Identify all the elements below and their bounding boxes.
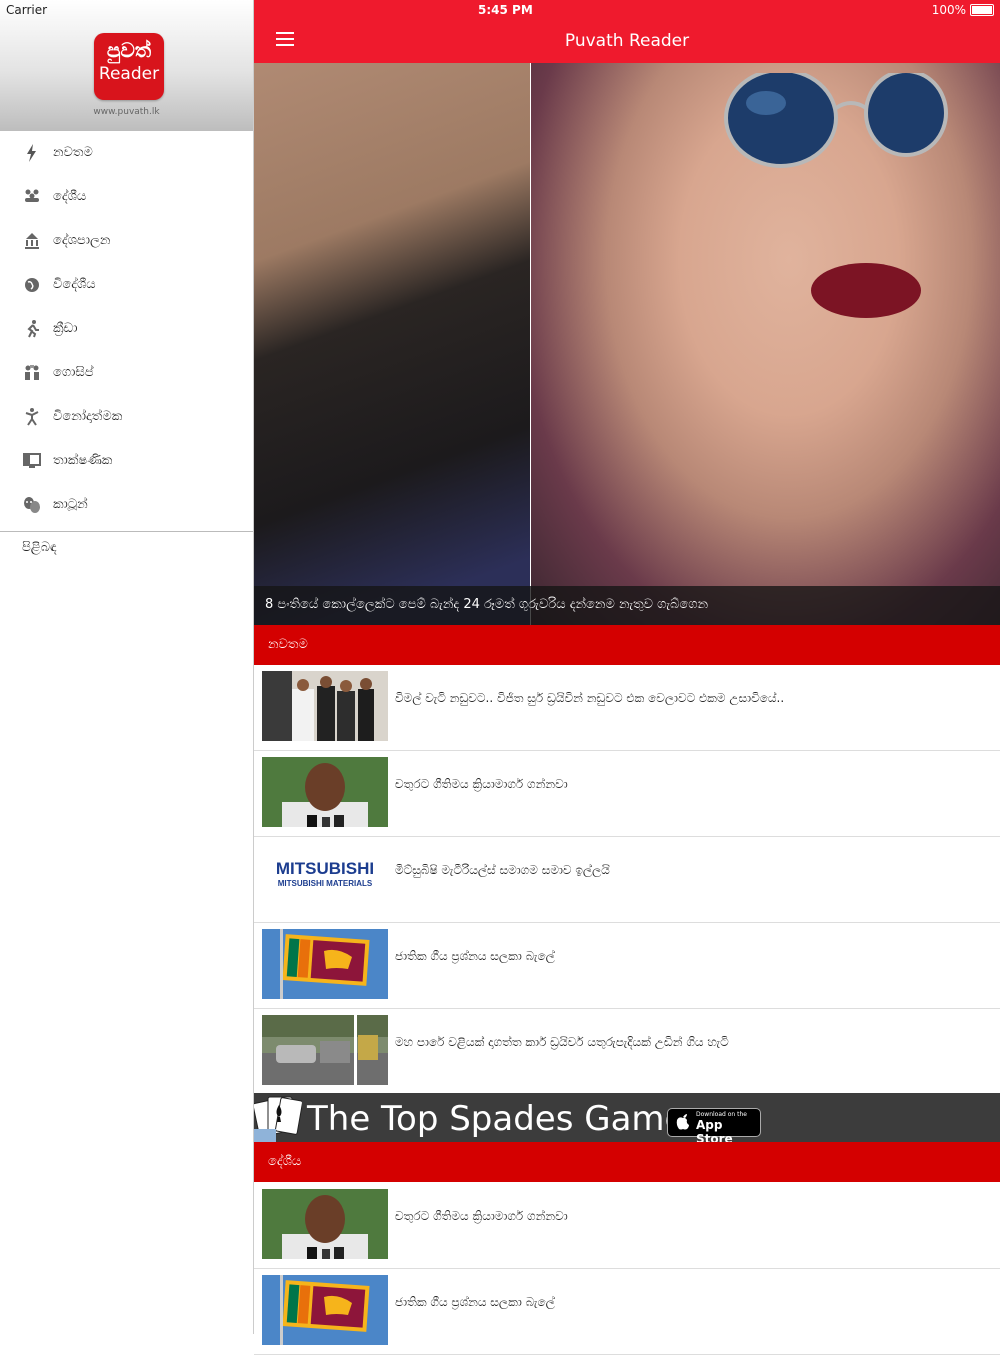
clock: 5:45 PM xyxy=(478,3,533,17)
news-headline: ජාතික ගීය ප්‍රශ්නය සලකා බැලේ xyxy=(395,1295,555,1309)
news-item[interactable]: චතුරට ගීතිමය ක්‍රියාමාර්ග ගන්නවා xyxy=(254,750,1000,837)
battery-percent: 100% xyxy=(931,3,966,17)
menu-item-sports[interactable]: ක්‍රීඩා xyxy=(0,307,253,351)
globe-icon xyxy=(25,278,39,292)
news-headline: චතුරට ගීතිමය ක්‍රියාමාර්ග ගන්නවා xyxy=(395,1209,568,1223)
monitor-icon xyxy=(23,453,41,468)
menu-item-label: විනෝදාත්මක xyxy=(53,409,123,424)
news-headline: චතුරට ගීතිමය ක්‍රියාමාර්ග ගන්නවා xyxy=(395,777,568,791)
battery-icon xyxy=(970,4,994,16)
man-microphones-photo xyxy=(262,1189,388,1259)
site-url: www.puvath.lk xyxy=(93,107,160,117)
menu-item-entertainment[interactable]: විනෝදාත්මක xyxy=(0,395,253,439)
menu-item-politics[interactable]: දේශපාලන xyxy=(0,219,253,263)
news-headline: මිට්සුබිෂි මැටීරියල්ස් සමාගම සමාව ඉල්ලයි xyxy=(395,863,610,877)
playing-cards-icon xyxy=(254,1096,302,1142)
news-headline: මහ පාරේ වළියක් දාගත්ත කාර් ඩ්‍රයිවර් යතු… xyxy=(395,1035,729,1049)
news-item[interactable]: ජාතික ගීය ප්‍රශ්නය සලකා බැලේ xyxy=(254,1268,1000,1355)
sri-lanka-flag xyxy=(262,929,388,999)
menu-divider xyxy=(0,531,253,532)
about-link[interactable]: පිළිබඳ xyxy=(22,540,57,555)
people-icon xyxy=(25,189,39,202)
runner-icon xyxy=(27,320,39,338)
menu-item-label: නවතම xyxy=(53,145,93,160)
menu-item-label: ක්‍රීඩා xyxy=(53,321,78,336)
masks-icon xyxy=(24,497,40,513)
logo-sinhala-text: පුවත් xyxy=(106,38,152,62)
featured-image-left xyxy=(254,63,530,625)
lips-graphic xyxy=(811,263,921,318)
apple-icon xyxy=(676,1114,689,1130)
menu-item-latest[interactable]: නවතම xyxy=(0,131,253,175)
category-menu: නවතම දේශීය දේශපාලන විදේශීය ක්‍රීඩා ගොසිප… xyxy=(0,131,253,527)
main-content: Puvath Reader 8 පංතියේ කොල්ලෙක්ට පෙම් බැ… xyxy=(254,0,1000,1355)
app-title: Puvath Reader xyxy=(564,31,690,51)
status-bar: Carrier 5:45 PM 100% xyxy=(0,0,1000,20)
featured-caption-text: 8 පංතියේ කොල්ලෙක්ට පෙම් බැන්ද 24 රූමත් ග… xyxy=(265,597,709,612)
menu-item-label: විදේශීය xyxy=(53,277,96,292)
menu-item-technology[interactable]: තාක්ෂණික xyxy=(0,439,253,483)
menu-item-label: දේශපාලන xyxy=(53,233,111,248)
dancer-icon xyxy=(25,408,39,426)
lightning-icon xyxy=(27,144,36,162)
mitsubishi-logo-text: MITSUBISHI MITSUBISHI MATERIALS xyxy=(262,859,388,888)
menu-item-cartoon[interactable]: කාටූන් xyxy=(0,483,253,527)
section-title: දේශීය xyxy=(268,1154,302,1169)
ad-text: The Top Spades Game xyxy=(307,1099,686,1139)
app-logo: පුවත් Reader xyxy=(94,33,164,100)
sunglasses-graphic xyxy=(724,73,948,168)
app-store-badge[interactable]: Download on the App Store xyxy=(667,1108,761,1146)
menu-item-foreign[interactable]: විදේශීය xyxy=(0,263,253,307)
mitsubishi-materials-text: MITSUBISHI MATERIALS xyxy=(277,879,373,888)
politicians-photo xyxy=(262,671,388,741)
section-header-local[interactable]: දේශීය xyxy=(254,1142,1000,1182)
road-accident-photo xyxy=(262,1015,388,1085)
news-item[interactable]: විමල් වැටි නඩුවට.. විජිත සුර් ඩ්‍රයිවින්… xyxy=(254,664,1000,751)
menu-item-local[interactable]: දේශීය xyxy=(0,175,253,219)
man-microphones-photo xyxy=(262,757,388,827)
menu-item-label: ගොසිප් xyxy=(53,365,94,380)
news-headline: විමල් වැටි නඩුවට.. විජිත සුර් ඩ්‍රයිවින්… xyxy=(395,691,785,705)
menu-item-label: තාක්ෂණික xyxy=(53,453,113,468)
news-item[interactable]: MITSUBISHI MITSUBISHI MATERIALS මිට්සුබි… xyxy=(254,836,1000,923)
ad-banner[interactable]: The Top Spades Game Download on the App … xyxy=(254,1093,1000,1146)
carrier-label: Carrier xyxy=(6,3,48,17)
news-headline: ජාතික ගීය ප්‍රශ්නය සලකා බැලේ xyxy=(395,949,555,963)
menu-item-label: දේශීය xyxy=(53,189,87,204)
parliament-icon xyxy=(25,233,39,249)
section-header-latest[interactable]: නවතම xyxy=(254,625,1000,665)
gossip-icon xyxy=(25,365,39,380)
featured-story[interactable]: 8 පංතියේ කොල්ලෙක්ට පෙම් බැන්ද 24 රූමත් ග… xyxy=(254,63,1000,625)
app-store-small-text: Download on the xyxy=(696,1111,747,1118)
menu-item-label: කාටූන් xyxy=(53,497,88,512)
news-item[interactable]: චතුරට ගීතිමය ක්‍රියාමාර්ග ගන්නවා xyxy=(254,1182,1000,1269)
news-item[interactable]: මහ පාරේ වළියක් දාගත්ත කාර් ඩ්‍රයිවර් යතු… xyxy=(254,1008,1000,1095)
featured-caption: 8 පංතියේ කොල්ලෙක්ට පෙම් බැන්ද 24 රූමත් ග… xyxy=(254,586,1000,625)
battery-indicator: 100% xyxy=(932,3,994,17)
featured-image-right xyxy=(531,63,1000,625)
news-item[interactable]: ජාතික ගීය ප්‍රශ්නය සලකා බැලේ xyxy=(254,922,1000,1009)
menu-item-gossip[interactable]: ගොසිප් xyxy=(0,351,253,395)
sri-lanka-flag xyxy=(262,1275,388,1345)
side-menu: පුවත් Reader www.puvath.lk නවතම දේශීය දේ… xyxy=(0,0,254,1334)
logo-reader-text: Reader xyxy=(98,64,160,84)
mitsubishi-wordmark: MITSUBISHI xyxy=(275,859,375,878)
section-title: නවතම xyxy=(268,637,308,652)
